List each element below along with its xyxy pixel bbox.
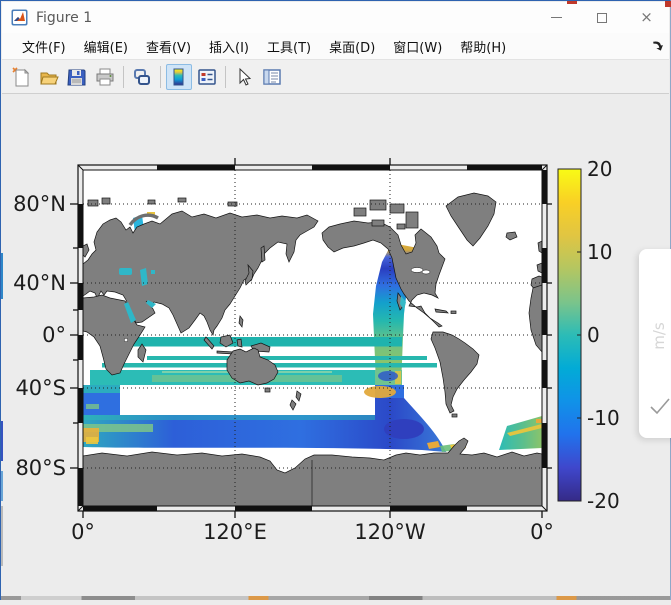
insert-colorbar-icon bbox=[169, 67, 189, 87]
close-button[interactable]: × bbox=[624, 2, 669, 33]
matlab-figure-icon bbox=[11, 9, 28, 26]
open-file-button[interactable] bbox=[36, 64, 62, 90]
minimize-icon bbox=[551, 17, 562, 18]
map-axes: 80°N 40°N 0° 40°S 80°S 0° 120°E 120°W 0° bbox=[2, 94, 671, 601]
overlay-flyout-panel: m/s bbox=[639, 249, 671, 438]
y-tick-label: 40°S bbox=[15, 376, 66, 400]
edit-plot-button[interactable] bbox=[231, 64, 257, 90]
colorbar: 20 10 0 -10 -20 bbox=[558, 157, 620, 513]
minimize-button[interactable] bbox=[534, 2, 579, 33]
figure-canvas: 80°N 40°N 0° 40°S 80°S 0° 120°E 120°W 0° bbox=[2, 94, 669, 600]
background-window-sliver bbox=[1, 253, 3, 299]
figure-toolbar bbox=[2, 60, 669, 94]
save-figure-icon bbox=[67, 67, 87, 87]
property-inspector-button[interactable] bbox=[259, 64, 285, 90]
menubar: 文件(F) 编辑(E) 查看(V) 插入(I) 工具(T) 桌面(D) 窗口(W… bbox=[2, 33, 669, 60]
background-window-sliver bbox=[1, 471, 3, 501]
figure-window: Figure 1 × 文件(F) 编辑(E) 查看(V) 插入(I) 工具(T)… bbox=[0, 0, 671, 600]
menu-help[interactable]: 帮助(H) bbox=[452, 33, 514, 60]
background-window-sliver bbox=[665, 1, 671, 7]
y-tick-label: 0° bbox=[42, 323, 66, 347]
link-plot-button[interactable] bbox=[129, 64, 155, 90]
background-window-strip bbox=[1, 596, 670, 600]
menu-edit[interactable]: 编辑(E) bbox=[76, 33, 136, 60]
toolbar-separator bbox=[160, 66, 161, 88]
colorbar-tick: 0 bbox=[587, 323, 600, 347]
menu-window[interactable]: 窗口(W) bbox=[385, 33, 450, 60]
close-icon: × bbox=[640, 10, 653, 25]
menu-overflow-icon[interactable] bbox=[653, 41, 663, 51]
y-tick-label: 40°N bbox=[13, 271, 66, 295]
y-tick-label: 80°N bbox=[13, 192, 66, 216]
menu-tools[interactable]: 工具(T) bbox=[259, 33, 319, 60]
colorbar-tick: -20 bbox=[587, 489, 620, 513]
insert-legend-icon bbox=[197, 67, 217, 87]
menu-insert[interactable]: 插入(I) bbox=[201, 33, 257, 60]
checkmark-icon[interactable] bbox=[648, 395, 671, 419]
open-file-icon bbox=[39, 67, 59, 87]
y-tick-label: 80°S bbox=[15, 456, 66, 480]
toolbar-separator bbox=[123, 66, 124, 88]
new-figure-button[interactable] bbox=[8, 64, 34, 90]
insert-legend-button[interactable] bbox=[194, 64, 220, 90]
background-window-sliver bbox=[1, 421, 3, 461]
print-figure-icon bbox=[95, 67, 115, 87]
window-title: Figure 1 bbox=[36, 10, 92, 26]
colorbar-tick: 20 bbox=[587, 157, 612, 181]
maximize-icon bbox=[597, 13, 607, 23]
save-figure-button[interactable] bbox=[64, 64, 90, 90]
x-tick-label: 120°W bbox=[354, 520, 426, 544]
colorbar-tick: 10 bbox=[587, 240, 612, 264]
new-figure-icon bbox=[11, 67, 31, 87]
colorbar-tick: -10 bbox=[587, 406, 620, 430]
menu-view[interactable]: 查看(V) bbox=[138, 33, 199, 60]
colorbar-units-label: m/s bbox=[650, 318, 668, 354]
print-figure-button[interactable] bbox=[92, 64, 118, 90]
insert-colorbar-button[interactable] bbox=[166, 64, 192, 90]
maximize-button[interactable] bbox=[579, 2, 624, 33]
background-window-sliver bbox=[567, 1, 577, 4]
x-tick-label: 0° bbox=[530, 520, 554, 544]
menu-desktop[interactable]: 桌面(D) bbox=[321, 33, 383, 60]
menu-file[interactable]: 文件(F) bbox=[14, 33, 74, 60]
link-plot-icon bbox=[132, 67, 152, 87]
background-window-sliver bbox=[1, 506, 3, 566]
edit-plot-icon bbox=[234, 67, 254, 87]
titlebar[interactable]: Figure 1 × bbox=[2, 2, 669, 33]
x-tick-label: 0° bbox=[71, 520, 95, 544]
toolbar-separator bbox=[225, 66, 226, 88]
property-inspector-icon bbox=[262, 67, 282, 87]
x-tick-label: 120°E bbox=[203, 520, 267, 544]
